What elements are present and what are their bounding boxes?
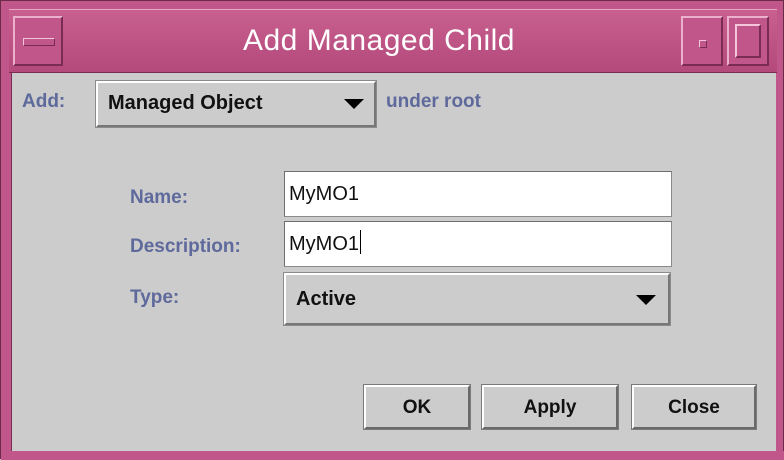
description-text: MyMO1 xyxy=(289,233,359,255)
add-label: Add: xyxy=(22,91,66,112)
type-dropdown[interactable]: Active xyxy=(284,273,670,325)
name-input[interactable]: MyMO1 xyxy=(284,171,672,217)
minimize-button[interactable] xyxy=(681,16,723,66)
dialog-content: Add: Managed Object under root Name: MyM… xyxy=(11,73,776,451)
title-bar[interactable]: Add Managed Child xyxy=(9,9,777,73)
type-value: Active xyxy=(296,288,357,310)
description-input[interactable]: MyMO1 xyxy=(284,221,672,267)
ok-button[interactable]: OK xyxy=(364,385,470,429)
type-label: Type: xyxy=(130,287,180,308)
dialog-window: Add Managed Child Add: Managed Object un… xyxy=(0,0,784,460)
description-label: Description: xyxy=(130,236,241,257)
name-input-value: MyMO1 xyxy=(289,183,359,205)
chevron-down-icon xyxy=(636,295,656,305)
text-caret xyxy=(360,230,361,254)
close-button[interactable]: Close xyxy=(632,385,756,429)
description-input-value: MyMO1 xyxy=(289,222,361,266)
add-type-value: Managed Object xyxy=(108,92,263,114)
chevron-down-icon xyxy=(344,99,364,109)
window-menu-button[interactable] xyxy=(13,16,63,66)
under-root-label: under root xyxy=(386,91,481,112)
apply-button[interactable]: Apply xyxy=(482,385,618,429)
maximize-icon xyxy=(735,24,761,58)
minimize-icon xyxy=(699,40,707,48)
window-menu-icon xyxy=(23,38,55,46)
maximize-button[interactable] xyxy=(727,16,769,66)
window-title: Add Managed Child xyxy=(242,24,515,57)
name-label: Name: xyxy=(130,187,189,208)
add-type-dropdown[interactable]: Managed Object xyxy=(96,81,376,127)
